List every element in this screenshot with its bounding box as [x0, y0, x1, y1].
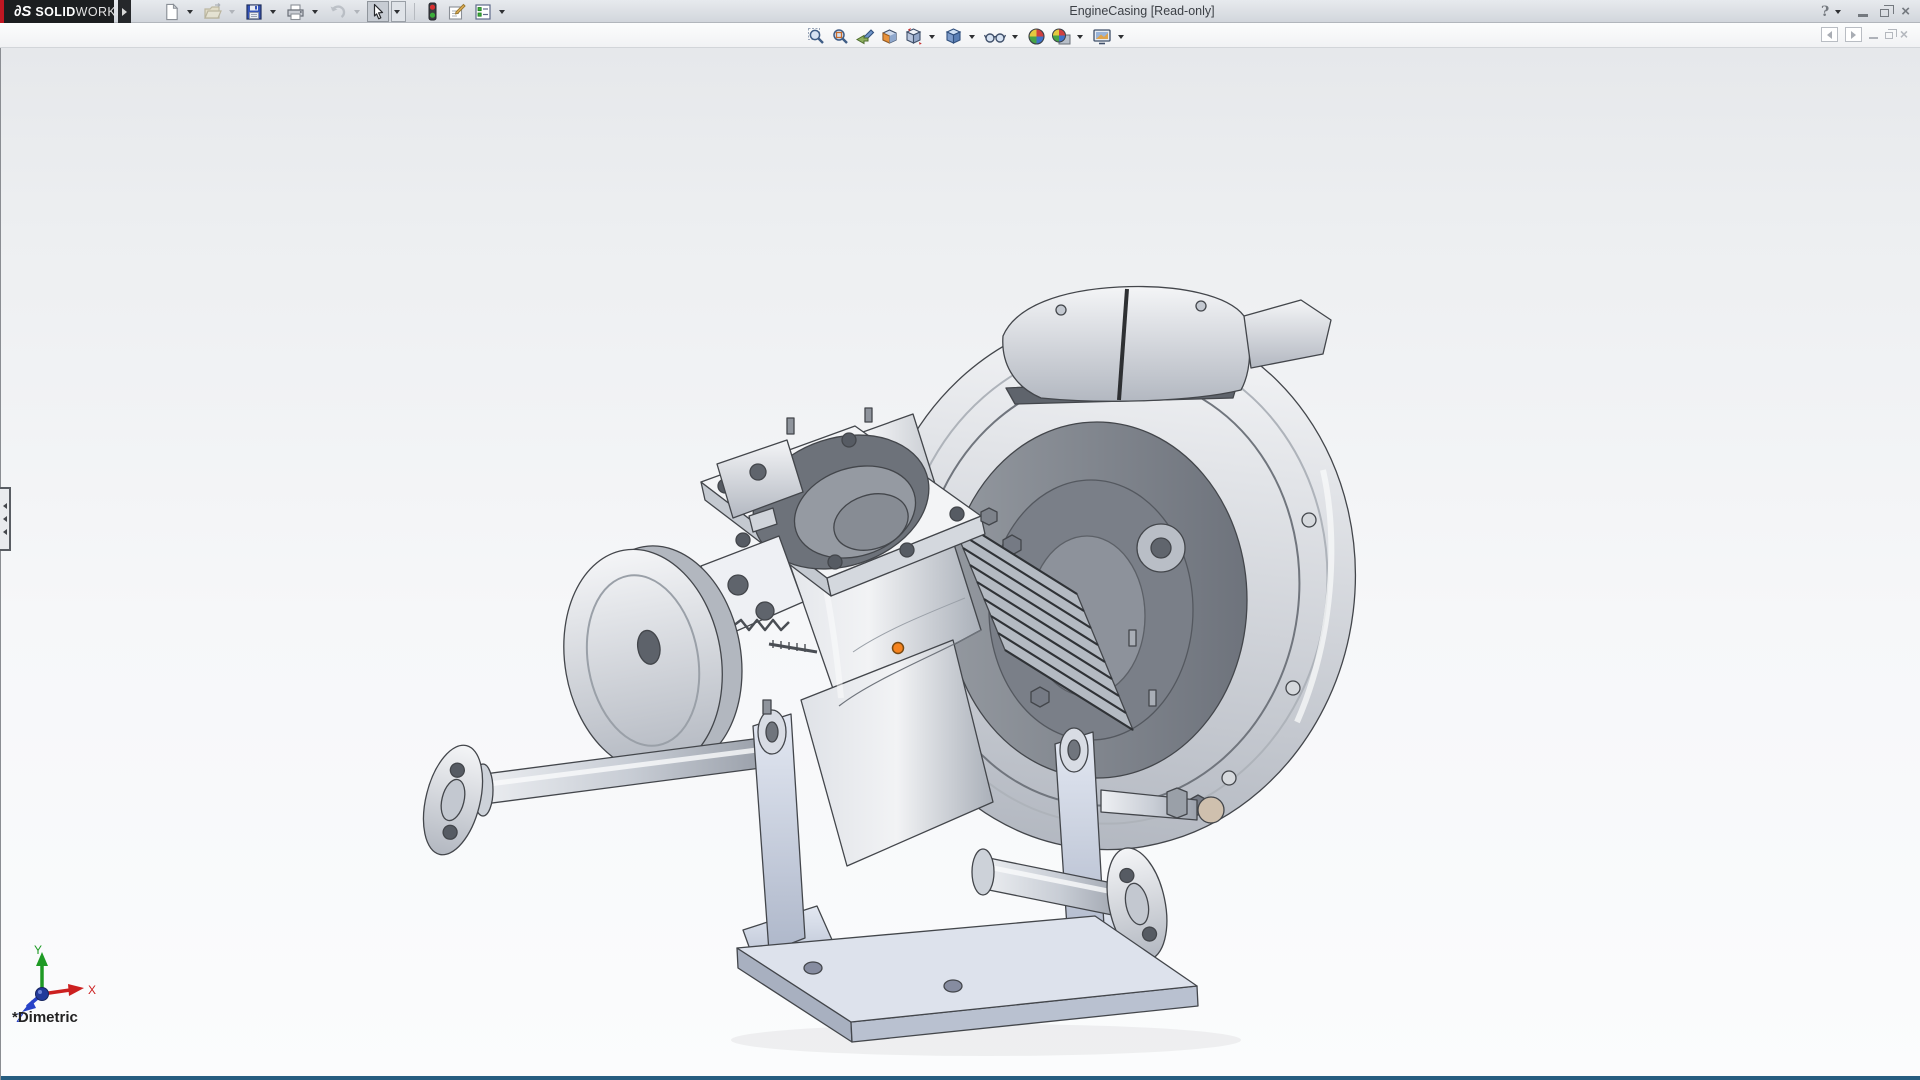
expand-pane-button[interactable]	[1845, 27, 1862, 42]
help-dropdown[interactable]	[1835, 10, 1841, 14]
graphics-viewport[interactable]	[0, 48, 1920, 1080]
minimize-document-button[interactable]	[1869, 37, 1878, 40]
view-settings-dropdown[interactable]	[1118, 35, 1124, 39]
traffic-light-icon	[426, 2, 439, 21]
engine-casing-model[interactable]	[1, 0, 1920, 1080]
restore-button[interactable]	[1880, 9, 1889, 17]
apply-scene-dropdown[interactable]	[1077, 35, 1083, 39]
save-button[interactable]	[242, 1, 266, 22]
eyeglasses-icon	[984, 27, 1006, 46]
collapse-arrow-icon	[3, 529, 7, 535]
view-settings-button[interactable]	[1091, 27, 1113, 47]
collapse-pane-button[interactable]	[1821, 27, 1838, 42]
checklist-dropdown[interactable]	[499, 10, 505, 14]
window-controls: ? ×	[1821, 0, 1910, 23]
select-tool-button[interactable]	[367, 1, 389, 22]
undo-button[interactable]	[325, 1, 350, 22]
new-document-dropdown[interactable]	[187, 10, 193, 14]
origin-marker[interactable]	[893, 643, 904, 654]
view-orientation-button[interactable]	[903, 27, 924, 47]
view-orientation-label: *Dimetric	[12, 1009, 78, 1026]
view-orientation-cube-icon	[904, 27, 923, 46]
apply-scene-button[interactable]	[1050, 27, 1072, 47]
display-style-dropdown[interactable]	[969, 35, 975, 39]
comment-edit-button[interactable]	[444, 1, 469, 22]
printer-icon	[286, 3, 305, 21]
headsup-view-toolbar	[806, 26, 1129, 47]
traffic-light-button[interactable]	[423, 1, 442, 22]
document-window-controls: ×	[1821, 27, 1908, 42]
view-orientation-dropdown[interactable]	[929, 35, 935, 39]
left-mount-shaft[interactable]	[413, 738, 761, 861]
menu-expand-arrow[interactable]	[118, 0, 131, 23]
previous-view-icon	[855, 27, 875, 46]
display-style-cube-icon	[944, 27, 963, 46]
brand-solid: SOLID	[35, 5, 75, 19]
previous-view-button[interactable]	[854, 27, 876, 47]
toolbar-separator	[414, 3, 415, 20]
print-dropdown[interactable]	[312, 10, 318, 14]
ds-logo-glyph: ∂S	[14, 3, 31, 20]
restore-document-button[interactable]	[1885, 32, 1893, 39]
new-document-icon	[163, 3, 180, 21]
zoom-to-area-icon	[831, 27, 850, 46]
save-dropdown[interactable]	[270, 10, 276, 14]
main-toolbar	[160, 0, 510, 23]
save-floppy-icon	[245, 3, 263, 21]
document-title: EngineCasing [Read-only]	[1069, 4, 1214, 18]
open-button[interactable]	[200, 1, 225, 22]
undo-arrow-icon	[328, 3, 347, 21]
solidworks-logo: ∂S SOLID WORKS	[0, 0, 114, 23]
triangle-right-icon	[1851, 31, 1856, 39]
select-tool-dropdown[interactable]	[391, 1, 406, 22]
triangle-left-icon	[1827, 31, 1832, 39]
open-dropdown[interactable]	[229, 10, 235, 14]
minimize-button[interactable]	[1858, 14, 1868, 17]
right-arrow-icon	[122, 8, 127, 16]
checklist-icon	[474, 3, 492, 21]
help-button[interactable]: ?	[1821, 4, 1829, 20]
undo-dropdown[interactable]	[354, 10, 360, 14]
edit-appearance-button[interactable]	[1026, 27, 1047, 47]
feature-tree-collapsed-tab[interactable]	[0, 487, 11, 551]
hide-show-items-button[interactable]	[983, 27, 1007, 47]
open-folder-icon	[203, 3, 222, 21]
close-document-button[interactable]: ×	[1900, 28, 1908, 41]
print-button[interactable]	[283, 1, 308, 22]
display-style-button[interactable]	[943, 27, 964, 47]
new-document-button[interactable]	[160, 1, 183, 22]
section-view-button[interactable]	[879, 27, 900, 47]
zoom-to-area-button[interactable]	[830, 27, 851, 47]
comment-edit-icon	[447, 3, 466, 21]
checklist-options-button[interactable]	[471, 1, 495, 22]
collapse-arrow-icon	[3, 503, 7, 509]
collapse-arrow-icon	[3, 516, 7, 522]
triad-x-label: X	[88, 983, 96, 997]
view-settings-monitor-icon	[1092, 27, 1112, 46]
apply-scene-icon	[1051, 27, 1071, 46]
section-view-icon	[880, 27, 899, 46]
zoom-to-fit-button[interactable]	[806, 27, 827, 47]
viewport-bottom-border	[1, 1076, 1920, 1080]
close-button[interactable]: ×	[1901, 4, 1910, 19]
dropdown-arrow-icon	[394, 10, 400, 14]
hide-show-items-dropdown[interactable]	[1012, 35, 1018, 39]
title-bar: ∂S SOLID WORKS	[0, 0, 1920, 23]
zoom-to-fit-icon	[807, 27, 826, 46]
cursor-arrow-icon	[370, 3, 386, 21]
appearance-ball-icon	[1027, 27, 1046, 46]
